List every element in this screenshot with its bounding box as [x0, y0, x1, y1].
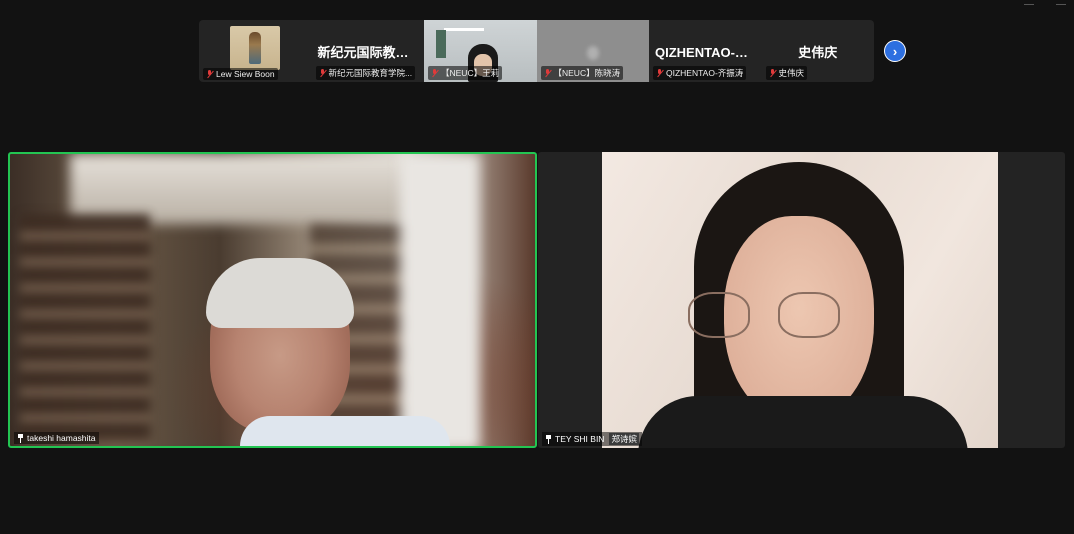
participant-name: 史伟庆: [778, 68, 805, 78]
participant-thumb[interactable]: QIZHENTAO-齐... QIZHENTAO-齐振涛: [649, 20, 762, 82]
chevron-right-icon: ›: [892, 43, 898, 59]
participant-name-tag: 史伟庆: [765, 66, 808, 80]
participant-name-tag: 【NEUC】王莉: [428, 66, 503, 80]
video-tile-active-speaker[interactable]: takeshi hamashita: [8, 152, 537, 448]
video-name-tag: TEY SHI BIN 郑诗嫔: [542, 432, 642, 446]
participant-name: takeshi hamashita: [27, 433, 96, 443]
participant-filmstrip: Lew Siew Boon 新纪元国际教育... 新纪元国际教育学院... 【N…: [199, 20, 874, 82]
participant-display-name: 新纪元国际教育...: [317, 45, 420, 60]
close-icon[interactable]: [1056, 0, 1066, 5]
participant-subname: 郑诗嫔: [609, 433, 639, 445]
participant-thumb[interactable]: 史伟庆 史伟庆: [762, 20, 875, 82]
pin-icon: [545, 434, 552, 444]
participant-name-tag: 新纪元国际教育学院...: [315, 66, 416, 80]
muted-mic-icon: [319, 69, 326, 77]
participant-name: Lew Siew Boon: [216, 69, 275, 79]
minimize-icon[interactable]: [1024, 0, 1034, 5]
participant-display-name: 史伟庆: [798, 45, 838, 60]
pin-icon: [17, 433, 24, 443]
muted-mic-icon: [544, 69, 551, 77]
muted-mic-icon: [769, 69, 776, 77]
avatar: [230, 26, 280, 70]
participant-thumb[interactable]: Lew Siew Boon: [199, 20, 312, 82]
window-controls: [1024, 0, 1066, 5]
participant-name-tag: 【NEUC】陈晓涛: [540, 66, 624, 80]
participant-display-name: QIZHENTAO-齐...: [655, 45, 759, 60]
participant-thumb[interactable]: 【NEUC】王莉: [424, 20, 537, 82]
participant-name: 新纪元国际教育学院...: [328, 68, 413, 78]
participant-name-tag: QIZHENTAO-齐振涛: [653, 66, 747, 80]
muted-mic-icon: [206, 70, 213, 78]
participant-name: QIZHENTAO-齐振涛: [666, 68, 744, 78]
participant-name: 【NEUC】陈晓涛: [553, 68, 621, 78]
muted-mic-icon: [431, 69, 438, 77]
muted-mic-icon: [656, 69, 663, 77]
video-name-tag: takeshi hamashita: [14, 432, 99, 444]
participant-thumb[interactable]: 新纪元国际教育... 新纪元国际教育学院...: [312, 20, 425, 82]
participant-thumb[interactable]: 【NEUC】陈晓涛: [536, 20, 649, 82]
video-tile[interactable]: TEY SHI BIN 郑诗嫔: [538, 152, 1065, 448]
participant-name: 【NEUC】王莉: [441, 68, 500, 78]
participant-name-tag: Lew Siew Boon: [203, 68, 278, 80]
participant-name: TEY SHI BIN: [555, 434, 605, 444]
next-page-button[interactable]: ›: [884, 40, 906, 62]
